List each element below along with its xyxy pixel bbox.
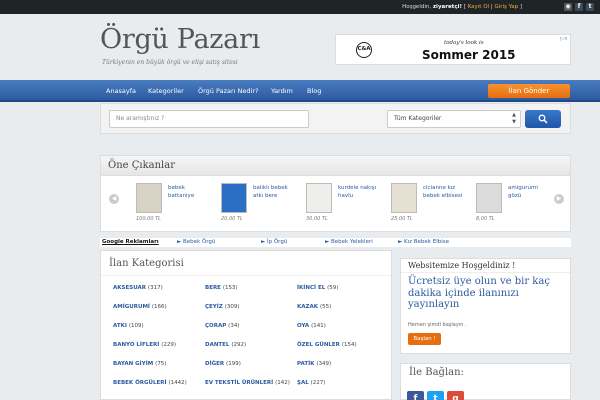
category-link[interactable]: ÇEYİZ (309) xyxy=(205,304,240,310)
category-link[interactable]: BERE (153) xyxy=(205,285,238,291)
category-link[interactable]: ÇORAP (34) xyxy=(205,323,239,329)
category-link[interactable]: ŞAL (227) xyxy=(297,380,325,386)
ad-links-label[interactable]: Google Reklamları xyxy=(102,239,159,245)
google-plus-icon[interactable]: g xyxy=(447,391,464,400)
nav-home[interactable]: Anasayfa xyxy=(106,87,136,95)
greeting-text: Hoşgeldin, xyxy=(402,4,433,10)
nav-blog[interactable]: Blog xyxy=(307,87,321,95)
connect-box: İle Bağlan: f t g xyxy=(400,363,571,400)
category-link[interactable]: BAYAN GİYİM (75) xyxy=(113,361,166,367)
item-name[interactable]: bebek battaniye xyxy=(168,185,208,200)
item-thumbnail[interactable] xyxy=(476,183,502,213)
search-input[interactable]: Ne aramıştınız ? xyxy=(109,110,309,128)
item-name[interactable]: ciciannе kız bebek elbisesi xyxy=(423,185,463,200)
google-ad-links: Google Reklamları ► Bebek Örgü ► İp Örgü… xyxy=(100,238,571,247)
item-price: 20,00 TL xyxy=(221,216,243,222)
featured-title: Öne Çıkanlar xyxy=(101,156,570,176)
category-link[interactable]: ATKI (109) xyxy=(113,323,144,329)
carousel-next-icon[interactable]: ▶ xyxy=(554,194,564,204)
facebook-icon[interactable]: f xyxy=(575,3,583,11)
category-link[interactable]: DANTEL (292) xyxy=(205,342,246,348)
category-link[interactable]: EV TEKSTİL ÜRÜNLERİ (142) xyxy=(205,380,290,386)
item-thumbnail[interactable] xyxy=(306,183,332,213)
item-name[interactable]: balıklı bebek atkı bere xyxy=(253,185,293,200)
item-price: 8,00 TL xyxy=(476,216,495,222)
nav-help[interactable]: Yardım xyxy=(271,87,293,95)
facebook-icon[interactable]: f xyxy=(407,391,424,400)
ad-link[interactable]: ► Bebek Örgü xyxy=(177,239,215,245)
ad-tagline: today's look is xyxy=(444,40,484,46)
twitter-icon[interactable]: t xyxy=(427,391,444,400)
search-panel: Ne aramıştınız ? Tüm Kategoriler ▲ ▼ xyxy=(100,103,571,134)
category-link[interactable]: AKSESUAR (317) xyxy=(113,285,163,291)
welcome-subtext: Hemen şimdi başlayın . xyxy=(408,322,467,328)
category-link[interactable]: DİĞER (199) xyxy=(205,361,241,367)
category-link[interactable]: AMİGURUMİ (166) xyxy=(113,304,167,310)
login-link[interactable]: Giriş Yap xyxy=(494,4,518,10)
search-button[interactable] xyxy=(525,110,561,128)
category-link[interactable]: KAZAK (55) xyxy=(297,304,331,310)
carousel-prev-icon[interactable]: ◀ xyxy=(109,194,119,204)
ad-link[interactable]: ► Kız Bebek Elbise xyxy=(398,239,449,245)
category-select-value: Tüm Kategoriler xyxy=(394,115,442,122)
site-tagline: Türkiyenin en büyük örgü ve elişi satış … xyxy=(102,59,238,66)
ca-logo: C&A xyxy=(356,42,372,58)
register-link[interactable]: Kayıt Ol xyxy=(468,4,489,10)
item-thumbnail[interactable] xyxy=(221,183,247,213)
category-link[interactable]: BANYO LİFLERİ (229) xyxy=(113,342,176,348)
featured-listings: Öne Çıkanlar ◀ ▶ bebek battaniye 100,00 … xyxy=(100,155,571,232)
ad-link[interactable]: ► Bebek Yelekleri xyxy=(325,239,373,245)
nav-about[interactable]: Örgü Pazarı Nedir? xyxy=(198,87,258,95)
category-link[interactable]: PATİK (349) xyxy=(297,361,331,367)
ad-headline: Sommer 2015 xyxy=(422,48,516,62)
item-price: 30,00 TL xyxy=(306,216,328,222)
categories-title: İlan Kategorisi xyxy=(101,251,391,276)
category-link[interactable]: ÖZEL GÜNLER (154) xyxy=(297,342,357,348)
adchoices-icon[interactable]: ▷× xyxy=(560,36,568,42)
category-select[interactable]: Tüm Kategoriler ▲ ▼ xyxy=(387,110,521,128)
user-greeting: Hoşgeldin, ziyaretçi! [ Kayıt Ol | Giriş… xyxy=(402,4,522,10)
select-arrows-icon: ▲ ▼ xyxy=(512,112,516,125)
start-button[interactable]: Başlan ! xyxy=(408,333,441,345)
item-thumbnail[interactable] xyxy=(391,183,417,213)
item-thumbnail[interactable] xyxy=(136,183,162,213)
site-logo[interactable]: Örgü Pazarı xyxy=(100,24,260,55)
listing-categories: İlan Kategorisi AKSESUAR (317) BERE (153… xyxy=(100,250,392,400)
welcome-title: Websitemize Hoşgeldiniz ! xyxy=(401,259,570,273)
welcome-message: Ücretsiz üye olun ve bir kaç dakika için… xyxy=(408,276,550,310)
item-price: 25,00 TL xyxy=(391,216,413,222)
item-name[interactable]: kurdele nakışı havlu xyxy=(338,185,378,200)
connect-title: İle Bağlan: xyxy=(409,367,464,378)
twitter-icon[interactable]: t xyxy=(586,3,594,11)
post-listing-button[interactable]: İlan Gönder xyxy=(488,84,570,98)
username: ziyaretçi! xyxy=(432,4,462,10)
item-name[interactable]: amigurumi gözü xyxy=(508,185,548,200)
ad-banner[interactable]: C&A today's look is Sommer 2015 ▷× xyxy=(335,34,571,65)
item-price: 100,00 TL xyxy=(136,216,161,222)
ad-link[interactable]: ► İp Örgü xyxy=(261,239,287,245)
nav-categories[interactable]: Kategoriler xyxy=(148,87,184,95)
rss-icon[interactable]: ◉ xyxy=(564,3,572,11)
category-link[interactable]: BEBEK ÖRGÜLERİ (1442) xyxy=(113,380,187,386)
main-nav: Anasayfa Kategoriler Örgü Pazarı Nedir? … xyxy=(0,80,600,102)
category-link[interactable]: İKİNCİ EL (59) xyxy=(297,285,338,291)
top-bar: Hoşgeldin, ziyaretçi! [ Kayıt Ol | Giriş… xyxy=(0,0,600,14)
category-link[interactable]: OYA (141) xyxy=(297,323,326,329)
search-icon xyxy=(538,114,548,124)
welcome-box: Websitemize Hoşgeldiniz ! Ücretsiz üye o… xyxy=(400,258,571,354)
